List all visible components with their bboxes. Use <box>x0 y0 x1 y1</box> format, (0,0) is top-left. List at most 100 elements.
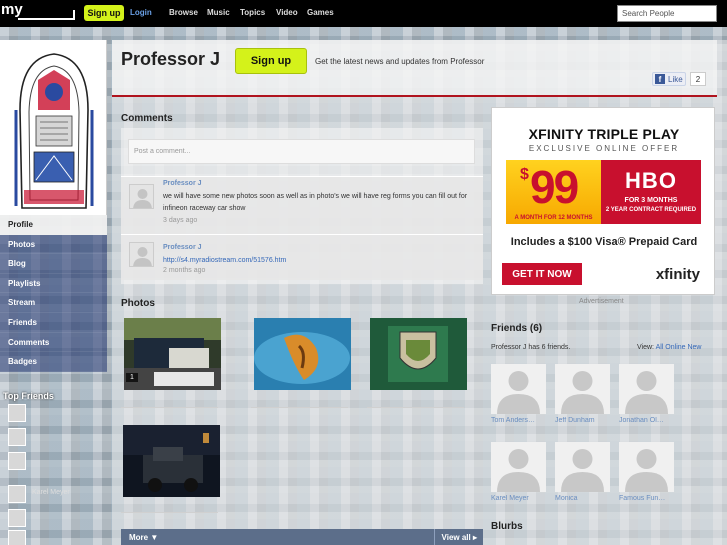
comment-author[interactable]: Professor J <box>163 180 202 187</box>
default-avatar-icon <box>497 449 540 492</box>
avatar[interactable] <box>129 242 154 267</box>
search-input[interactable] <box>617 5 717 22</box>
avatar <box>491 442 546 492</box>
comments-title: Comments <box>121 113 173 124</box>
photo-thumbnail[interactable]: 1 <box>124 318 221 390</box>
login-link[interactable]: Login <box>130 8 152 17</box>
top-friend-avatar[interactable] <box>8 509 26 527</box>
default-avatar-icon <box>625 449 668 492</box>
profile-picture[interactable] <box>0 40 107 215</box>
sidebar-item-photos[interactable]: Photos <box>0 234 107 255</box>
top-nav: my Sign up Login Browse Music Topics Vid… <box>0 0 727 27</box>
friends-count: Professor J has 6 friends. <box>491 344 571 351</box>
sidebar-item-comments[interactable]: Comments <box>0 332 107 353</box>
photo-thumbnail[interactable] <box>370 318 467 390</box>
sidebar-item-profile[interactable]: Profile <box>0 215 107 235</box>
nav-browse[interactable]: Browse <box>169 8 198 17</box>
sidebar-item-friends[interactable]: Friends <box>0 312 107 333</box>
photos-more-bar: More ▼ View all ▸ <box>121 529 483 545</box>
sidebar-item-stream[interactable]: Stream <box>0 293 107 313</box>
photo-night-truck <box>123 425 220 497</box>
friend-card[interactable]: Tom Anders… <box>491 364 546 424</box>
header-divider <box>112 95 717 97</box>
comment-item: Professor J we will have some new photos… <box>121 176 483 234</box>
comment-link[interactable]: http://s4.myradiostream.com/51576.htm <box>163 255 473 267</box>
friend-name[interactable]: Tom Anders… <box>491 417 546 424</box>
friend-card[interactable]: Famous Fun… <box>619 442 674 502</box>
friend-name[interactable]: Jeff Dunham <box>555 417 610 424</box>
ad-visa-line: Includes a $100 Visa® Prepaid Card <box>510 236 698 248</box>
page-title: Professor J <box>121 49 221 69</box>
view-online-friends[interactable]: Online <box>665 344 685 351</box>
top-friend-avatar[interactable] <box>8 485 26 503</box>
signup-button-top[interactable]: Sign up <box>84 5 124 21</box>
photo-divider <box>367 407 464 408</box>
photo-thumbnail[interactable] <box>123 425 220 497</box>
nav-video[interactable]: Video <box>276 8 298 17</box>
friend-card[interactable]: Jonathan Ol… <box>619 364 674 424</box>
logo-text: my <box>1 1 23 18</box>
default-avatar-icon <box>625 371 668 414</box>
friend-name[interactable]: Famous Fun… <box>619 495 674 502</box>
top-friend-avatar[interactable] <box>8 428 26 446</box>
ad-cta-button[interactable]: GET IT NOW <box>502 263 582 285</box>
sidebar-item-blog[interactable]: Blog <box>0 254 107 274</box>
friend-card[interactable]: Karel Meyer <box>491 442 546 502</box>
ad-subhead: EXCLUSIVE ONLINE OFFER <box>528 144 680 153</box>
top-friend-avatar[interactable] <box>8 530 26 545</box>
blurbs-title: Blurbs <box>491 521 523 532</box>
photo-emblem <box>370 318 467 390</box>
photo-count-badge: 1 <box>126 373 138 382</box>
ad-hbo-contract: 2 YEAR CONTRACT REQUIRED <box>605 207 697 213</box>
ad-hbo-logo: HBO <box>625 168 677 193</box>
view-label: View: <box>637 344 654 351</box>
comment-item: Professor J http://s4.myradiostream.com/… <box>121 234 483 280</box>
comment-input[interactable] <box>128 139 475 164</box>
facebook-like-button[interactable]: f Like <box>652 72 686 86</box>
more-button[interactable]: More ▼ <box>129 533 158 542</box>
friend-name[interactable]: Jonathan Ol… <box>619 417 674 424</box>
friend-name[interactable]: Karel Meyer <box>491 495 546 502</box>
nav-topics[interactable]: Topics <box>240 8 265 17</box>
ad-price-panel: $ 99 A MONTH FOR 12 MONTHS <box>506 160 601 224</box>
signup-button-header[interactable]: Sign up <box>235 48 307 74</box>
photo-divider <box>121 512 218 513</box>
default-avatar-icon <box>561 371 604 414</box>
facebook-icon: f <box>655 74 665 84</box>
view-new-friends[interactable]: New <box>687 344 701 351</box>
view-all-friends[interactable]: All <box>656 344 664 351</box>
friend-name[interactable]: Monica <box>555 495 610 502</box>
friend-card[interactable]: Monica <box>555 442 610 502</box>
like-count: 2 <box>690 72 706 86</box>
top-friend-avatar[interactable] <box>8 452 26 470</box>
avatar <box>491 364 546 414</box>
ad-price-terms: A MONTH FOR 12 MONTHS <box>514 215 593 221</box>
avatar <box>555 442 610 492</box>
logo-tick <box>73 10 75 20</box>
friend-card[interactable]: Jeff Dunham <box>555 364 610 424</box>
nav-music[interactable]: Music <box>207 8 230 17</box>
avatar[interactable] <box>129 184 154 209</box>
top-friend-avatar[interactable] <box>8 404 26 422</box>
comment-author[interactable]: Professor J <box>163 244 202 251</box>
view-all-photos-link[interactable]: View all ▸ <box>442 533 477 542</box>
bar-divider <box>434 529 435 545</box>
ad-brand-logo: xfinity <box>655 266 700 283</box>
avatar <box>555 364 610 414</box>
sidebar-item-badges[interactable]: Badges <box>0 352 107 372</box>
site-logo[interactable]: my <box>0 1 76 22</box>
advertisement[interactable]: XFINITY TRIPLE PLAY EXCLUSIVE ONLINE OFF… <box>491 107 715 295</box>
photo-thumbnail[interactable] <box>254 318 351 390</box>
comment-time: 3 days ago <box>163 217 198 224</box>
ad-hbo-panel: HBO FOR 3 MONTHS 2 YEAR CONTRACT REQUIRE… <box>601 160 701 224</box>
photo-divider <box>251 407 348 408</box>
nav-games[interactable]: Games <box>307 8 334 17</box>
friends-view-filter: View: All Online New <box>637 344 702 351</box>
top-friend-name[interactable]: Karel Meyer <box>32 489 70 496</box>
photo-car-show <box>124 318 221 390</box>
avatar <box>619 364 674 414</box>
ad-caption: Advertisement <box>579 298 624 305</box>
friends-title: Friends (6) <box>491 323 543 334</box>
default-avatar-icon <box>133 247 152 266</box>
sidebar-item-playlists[interactable]: Playlists <box>0 273 107 294</box>
